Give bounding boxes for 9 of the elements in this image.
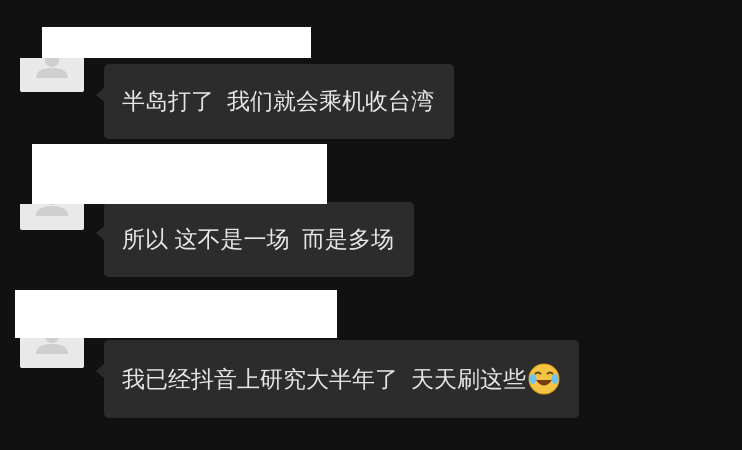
person-silhouette-icon bbox=[36, 204, 68, 216]
person-silhouette-icon bbox=[36, 58, 68, 78]
avatar[interactable] bbox=[20, 338, 84, 368]
avatar[interactable] bbox=[20, 204, 84, 230]
avatar[interactable] bbox=[20, 58, 84, 92]
message-text: 我已经抖音上研究大半年了 天天刷这些 bbox=[122, 364, 526, 394]
message-text: 半岛打了 我们就会乘机收台湾 bbox=[122, 87, 434, 116]
message-text: 所以 这不是一场 而是多场 bbox=[122, 225, 394, 254]
person-silhouette-icon bbox=[36, 338, 68, 354]
